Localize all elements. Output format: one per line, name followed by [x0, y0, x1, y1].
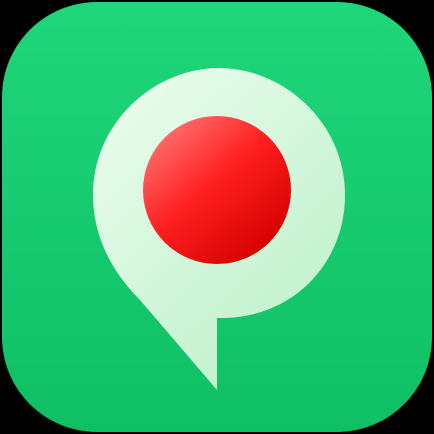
app-icon[interactable]: [0, 0, 434, 434]
record-dot-icon: [143, 116, 291, 264]
